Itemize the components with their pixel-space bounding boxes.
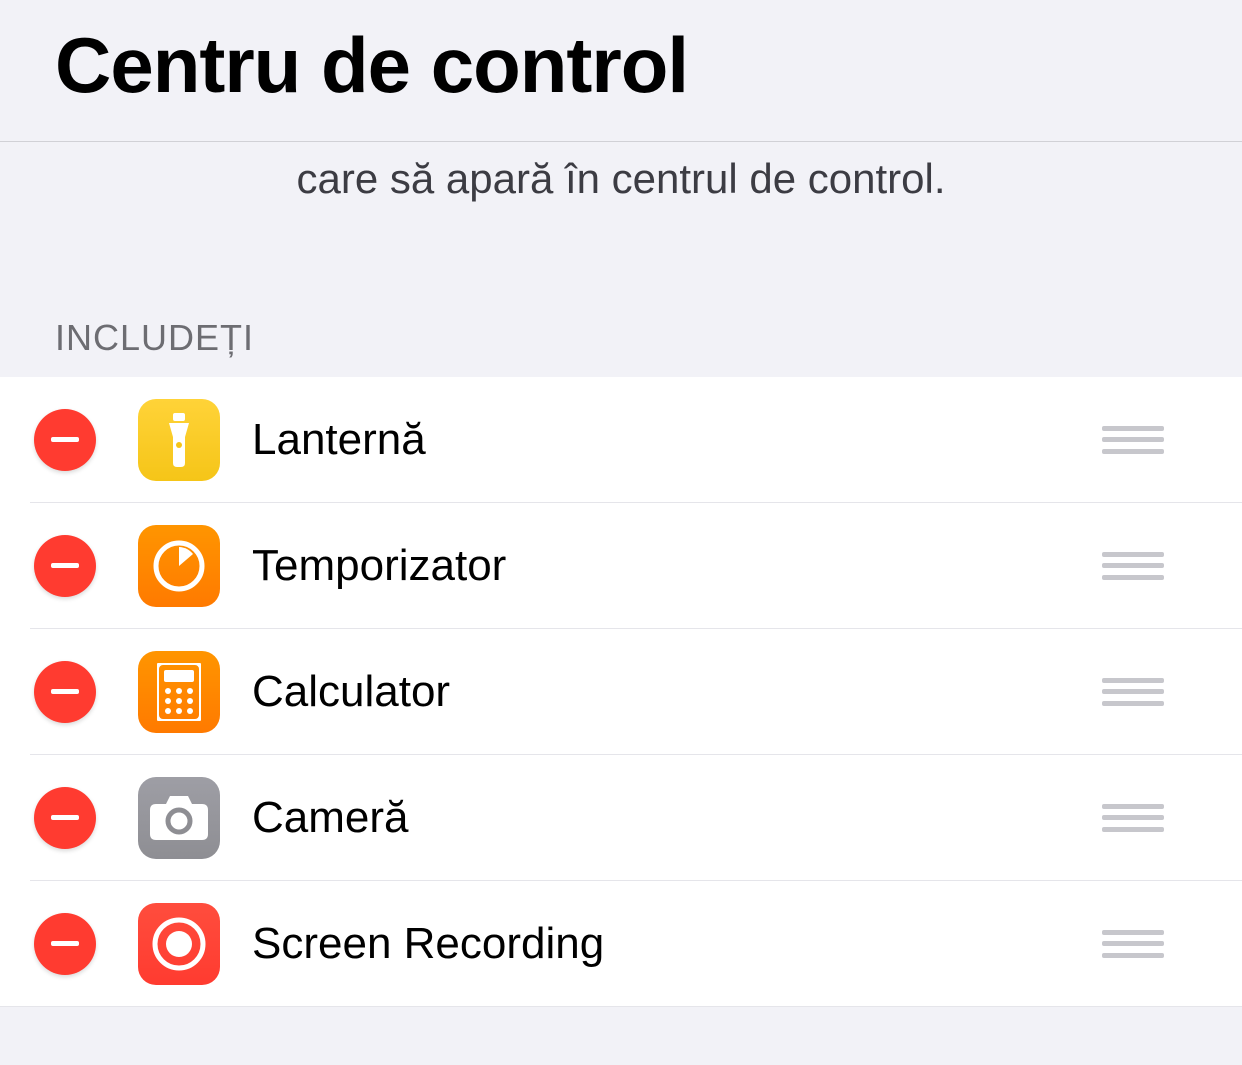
item-label: Lanternă	[252, 415, 1102, 465]
include-list: Lanternă Temporizator	[0, 377, 1242, 1007]
item-label: Screen Recording	[252, 919, 1102, 969]
timer-icon	[138, 525, 220, 607]
list-item-timer[interactable]: Temporizator	[0, 503, 1242, 629]
drag-handle-icon[interactable]	[1102, 678, 1164, 706]
drag-handle-icon[interactable]	[1102, 930, 1164, 958]
list-item-screen-recording[interactable]: Screen Recording	[0, 881, 1242, 1007]
item-label: Temporizator	[252, 541, 1102, 591]
header: Centru de control	[0, 0, 1242, 142]
list-item-calculator[interactable]: Calculator	[0, 629, 1242, 755]
item-label: Calculator	[252, 667, 1102, 717]
remove-button[interactable]	[34, 913, 96, 975]
remove-button[interactable]	[34, 409, 96, 471]
drag-handle-icon[interactable]	[1102, 804, 1164, 832]
calculator-icon	[138, 651, 220, 733]
camera-icon	[138, 777, 220, 859]
page-title: Centru de control	[55, 20, 1187, 111]
list-item-camera[interactable]: Cameră	[0, 755, 1242, 881]
drag-handle-icon[interactable]	[1102, 552, 1164, 580]
description-text: care să apară în centrul de control.	[0, 142, 1242, 207]
remove-button[interactable]	[34, 787, 96, 849]
remove-button[interactable]	[34, 535, 96, 597]
remove-button[interactable]	[34, 661, 96, 723]
drag-handle-icon[interactable]	[1102, 426, 1164, 454]
section-include-label: INCLUDEȚI	[0, 207, 1242, 377]
list-item-flashlight[interactable]: Lanternă	[0, 377, 1242, 503]
screen-recording-icon	[138, 903, 220, 985]
flashlight-icon	[138, 399, 220, 481]
item-label: Cameră	[252, 793, 1102, 843]
